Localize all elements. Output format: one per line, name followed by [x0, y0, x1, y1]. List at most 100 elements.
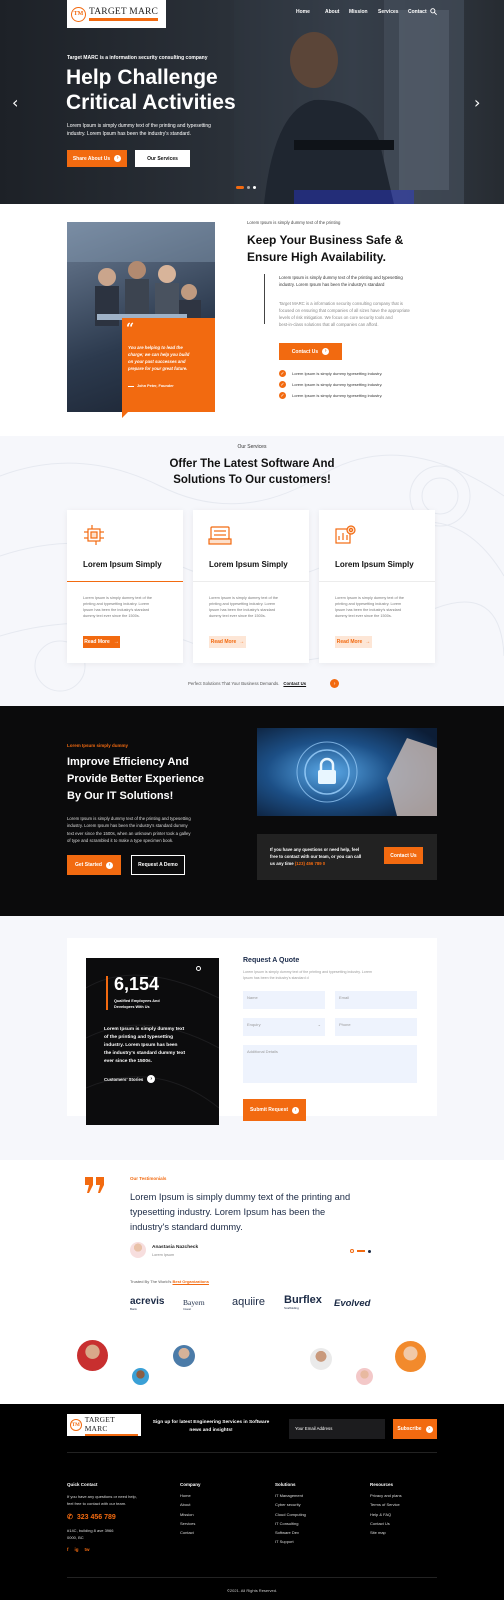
service-card-text: Lorem Ipsum is simply dummy text of the p… [209, 596, 278, 618]
newsletter-email-input[interactable]: Your Email Address [289, 1419, 385, 1439]
our-services-button[interactable]: Our Services [135, 150, 190, 167]
footer-link[interactable]: Contact [180, 1530, 201, 1535]
logo-underline [89, 18, 159, 21]
community-avatar [173, 1345, 195, 1367]
service-card[interactable]: Lorem Ipsum Simply Lorem Ipsum is simply… [319, 510, 435, 663]
security-lock-image [257, 728, 437, 816]
footer-link[interactable]: Mission [180, 1512, 201, 1517]
enquiry-select[interactable]: Enquiry ⌄ [243, 1018, 325, 1036]
dot[interactable] [350, 1249, 354, 1253]
community-avatar [132, 1368, 149, 1385]
services-eyebrow: Our Services [237, 444, 267, 450]
arrow-right-icon[interactable]: › [330, 679, 340, 688]
footer-logo[interactable]: TM TARGET MARC [67, 1414, 141, 1436]
footer-link[interactable]: Cloud Computing [275, 1512, 306, 1517]
phone-input[interactable]: Phone [335, 1018, 417, 1036]
check-icon: ✓ [279, 392, 286, 399]
signup-text: Sign up for latest Engineering Services … [152, 1420, 270, 1433]
read-more-button[interactable]: Read More → [209, 636, 246, 648]
nav-item-contact[interactable]: Contact [408, 9, 428, 15]
footer-link[interactable]: IT Management [275, 1493, 306, 1498]
footer-link[interactable]: Contact Us [370, 1521, 402, 1526]
quote-form-title: Request A Quote [243, 957, 300, 964]
nav-item-services[interactable]: Services [378, 9, 408, 15]
arrow-right-icon: › [105, 861, 113, 869]
about-contact-button[interactable]: Contact Us › [279, 343, 342, 360]
service-card-text: Lorem Ipsum is simply dummy text of the p… [83, 596, 152, 618]
stats-panel: 6,154 Qualified Employees And Developers… [86, 958, 219, 1125]
subscribe-button[interactable]: Subscribe › [393, 1419, 437, 1439]
partner-logo-burflex: Burflex Scaffolding [284, 1294, 322, 1311]
efficiency-section: Lorem Ipsum simply dummy Improve Efficie… [0, 706, 504, 916]
founder-quote-box: “ You are helping to lead the charge; we… [122, 318, 215, 412]
dot[interactable] [368, 1249, 371, 1253]
help-contact-button[interactable]: Contact Us [384, 847, 423, 864]
quote-mark-icon: “ [126, 321, 135, 337]
testimonial-author: Anastasia Nazcheck [152, 1245, 199, 1250]
footer-link[interactable]: Privacy and plans [370, 1493, 402, 1498]
author-dash [128, 385, 134, 387]
search-icon[interactable] [430, 8, 437, 15]
footer-divider [67, 1577, 437, 1578]
slider-dot-active[interactable] [236, 186, 244, 189]
services-contact-link[interactable]: Contact Us [283, 681, 306, 686]
footer-link[interactable]: Software Dev [275, 1530, 306, 1535]
brand-logo[interactable]: TM TARGET MARC [67, 0, 166, 28]
footer-phone[interactable]: ✆ 323 456 789 [67, 1513, 137, 1522]
instagram-icon[interactable]: ig [75, 1547, 79, 1552]
services-title: Offer The Latest Software And Solutions … [169, 458, 335, 486]
arrow-right-icon: › [322, 348, 330, 355]
testimonial-dots [350, 1249, 371, 1253]
footer-link[interactable]: IT Support [275, 1539, 306, 1544]
footer-link[interactable]: Services [180, 1521, 201, 1526]
customer-stories-link[interactable]: Customers' Stories › [104, 1075, 156, 1083]
slider-prev-icon[interactable]: ‹ [12, 93, 18, 112]
hero-eyebrow: Target MARC is a information security co… [67, 55, 208, 61]
logo-mark-icon: TM [71, 6, 86, 22]
hero-image-worker [234, 0, 464, 204]
request-demo-button[interactable]: Request A Demo [131, 855, 185, 875]
footer-link[interactable]: Cyber security [275, 1502, 306, 1507]
about-eyebrow: Lorem Ipsum is simply dummy text of the … [247, 220, 341, 225]
twitter-icon[interactable]: tw [85, 1547, 90, 1552]
chevron-down-icon: ⌄ [317, 1022, 321, 1027]
footer-link[interactable]: Terms of Service [370, 1502, 402, 1507]
footer-col-company: Company Home About Mission Services Cont… [180, 1482, 201, 1536]
slider-dot[interactable] [247, 186, 250, 189]
details-textarea[interactable]: Additional Details [243, 1045, 417, 1083]
read-more-button[interactable]: Read More → [83, 636, 120, 648]
slider-next-icon[interactable]: › [474, 93, 480, 112]
quote-box-tail [122, 412, 128, 418]
dot-active[interactable] [357, 1250, 365, 1252]
nav-item-home[interactable]: Home [296, 9, 325, 15]
about-us-button[interactable]: Share About Us › [67, 150, 127, 167]
community-avatar [77, 1340, 108, 1371]
partner-logo-evolved: Evolved [334, 1298, 371, 1309]
footer-link[interactable]: Help & FAQ [370, 1512, 402, 1517]
efficiency-eyebrow: Lorem Ipsum simply dummy [67, 743, 129, 748]
arrow-right-icon: › [114, 155, 122, 162]
efficiency-text: Lorem Ipsum is simply dummy text of the … [67, 816, 191, 844]
footer-link[interactable]: IT Consulting [275, 1521, 306, 1526]
service-card[interactable]: Lorem Ipsum Simply Lorem Ipsum is simply… [67, 510, 183, 663]
hero-section: TM TARGET MARC Home About Mission Servic… [0, 0, 504, 204]
service-card[interactable]: Lorem Ipsum Simply Lorem Ipsum is simply… [193, 510, 309, 663]
get-started-button[interactable]: Get Started › [67, 855, 121, 875]
nav-item-about[interactable]: About [325, 9, 349, 15]
email-input[interactable]: Email [335, 991, 417, 1009]
phone-icon: ✆ [67, 1514, 73, 1521]
facebook-icon[interactable]: f [67, 1547, 69, 1552]
help-phone[interactable]: (123) 456 789 0 [295, 861, 325, 866]
footer-address: #14C, building 8 ave 3966 0000, BC [67, 1528, 114, 1540]
quote-author: John Peter, Founder [128, 384, 174, 388]
read-more-button[interactable]: Read More → [335, 636, 372, 648]
slider-dot[interactable] [253, 186, 256, 189]
footer-link[interactable]: About [180, 1502, 201, 1507]
submit-request-button[interactable]: Submit Request › [243, 1099, 306, 1121]
nav-item-mission[interactable]: Mission [349, 9, 378, 15]
community-avatar [310, 1348, 332, 1370]
footer-link[interactable]: Home [180, 1493, 201, 1498]
footer-link[interactable]: Site map [370, 1530, 402, 1535]
social-links: f ig tw [67, 1547, 137, 1552]
name-input[interactable]: Name [243, 991, 325, 1009]
